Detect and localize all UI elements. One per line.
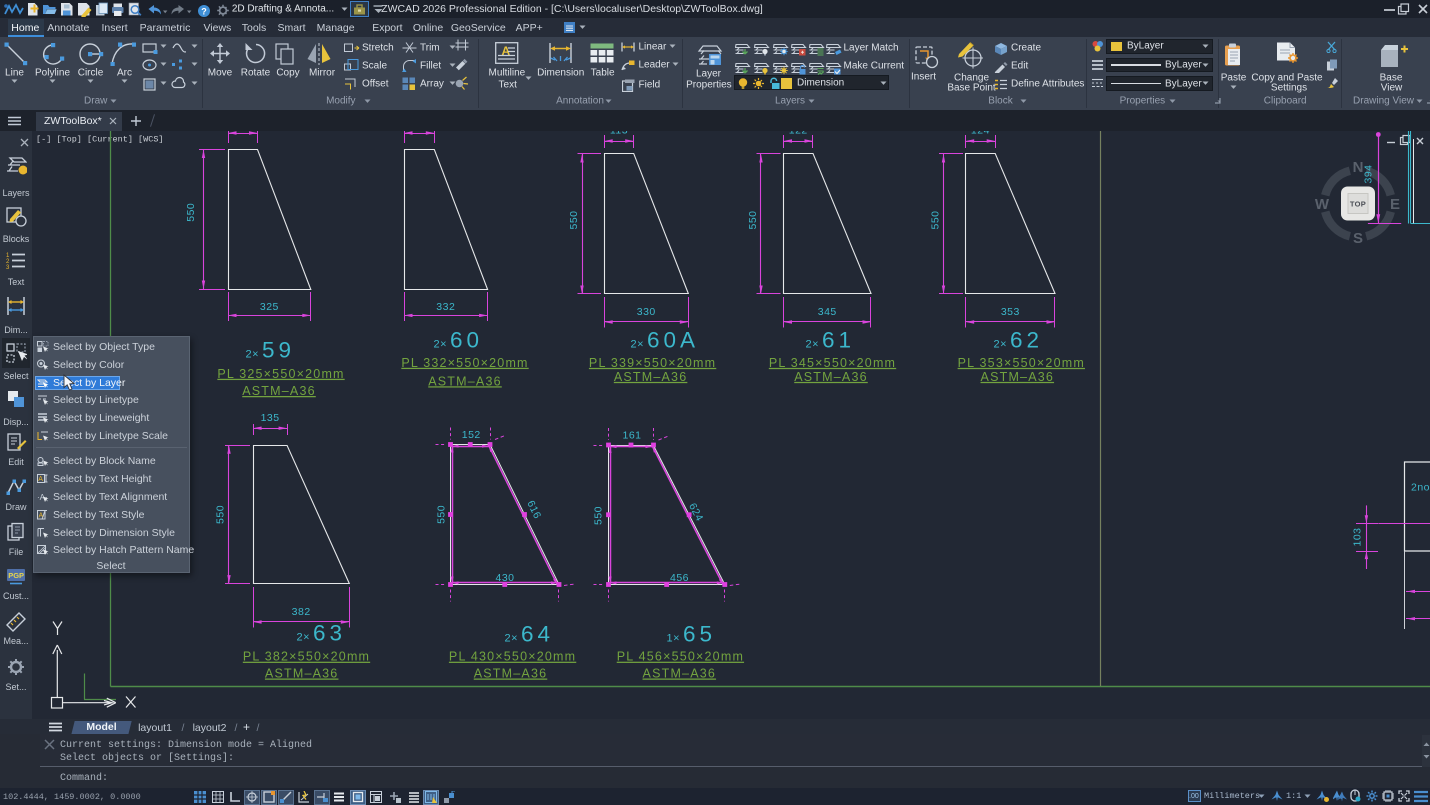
svg-text:ASTM–A36: ASTM–A36	[265, 667, 339, 681]
svg-text:550: 550	[214, 505, 226, 524]
svg-text:550: 550	[185, 203, 197, 222]
svg-text:A: A	[38, 476, 43, 483]
svg-text:353: 353	[1001, 306, 1020, 318]
svg-text:PL 325×550×20mm: PL 325×550×20mm	[217, 367, 344, 381]
svg-text:2×: 2×	[993, 339, 1007, 351]
svg-text:330: 330	[637, 306, 656, 318]
svg-text:63: 63	[313, 621, 346, 646]
svg-text:64: 64	[521, 621, 554, 646]
svg-text:ASTM–A36: ASTM–A36	[981, 370, 1055, 384]
svg-text:PL 456×550×20mm: PL 456×550×20mm	[617, 650, 744, 664]
svg-text:135: 135	[261, 412, 280, 424]
svg-text:60: 60	[450, 328, 483, 353]
svg-text:[-] [Top] [Current] [WCS]: [-] [Top] [Current] [WCS]	[36, 135, 164, 145]
svg-text:2×: 2×	[245, 349, 259, 361]
svg-text:PL 382×550×20mm: PL 382×550×20mm	[243, 650, 370, 664]
svg-text:ASTM–A36: ASTM–A36	[614, 370, 688, 384]
svg-text:113: 113	[610, 131, 628, 136]
svg-text:550: 550	[747, 210, 759, 229]
svg-text:ASTM–A36: ASTM–A36	[428, 374, 502, 388]
svg-text:325: 325	[260, 301, 279, 313]
svg-text:550: 550	[929, 210, 941, 229]
svg-text:PL 332×550×20mm: PL 332×550×20mm	[401, 356, 528, 370]
svg-text:550: 550	[568, 210, 580, 229]
svg-text:345: 345	[818, 306, 837, 318]
svg-text:62: 62	[1010, 328, 1043, 353]
svg-text:2no: 2no	[1411, 482, 1430, 494]
svg-text:PL 353×550×20mm: PL 353×550×20mm	[958, 356, 1085, 370]
svg-text:2×: 2×	[805, 339, 819, 351]
svg-text:3: 3	[6, 265, 10, 271]
svg-text:124: 124	[971, 131, 990, 136]
svg-text:122: 122	[789, 131, 808, 136]
svg-text:W: W	[1315, 196, 1330, 213]
svg-text:TOP: TOP	[1350, 200, 1366, 209]
svg-text:S: S	[1353, 230, 1363, 247]
svg-text:382: 382	[292, 606, 311, 618]
svg-text:2×: 2×	[504, 632, 518, 644]
svg-text:PL 339×550×20mm: PL 339×550×20mm	[589, 356, 716, 370]
svg-text:1×: 1×	[666, 632, 680, 644]
svg-text:161: 161	[622, 429, 641, 441]
svg-text:?: ?	[201, 7, 207, 17]
svg-text:61: 61	[822, 328, 855, 353]
svg-text:PL 345×550×20mm: PL 345×550×20mm	[769, 356, 896, 370]
svg-text:ASTM–A36: ASTM–A36	[474, 667, 548, 681]
svg-text:60A: 60A	[647, 328, 699, 353]
svg-text:394: 394	[1362, 164, 1374, 183]
svg-text:·A·: ·A·	[37, 493, 48, 502]
svg-text:332: 332	[436, 301, 455, 313]
svg-text:152: 152	[462, 429, 481, 441]
svg-text:2×: 2×	[296, 632, 310, 644]
svg-text:ASTM–A36: ASTM–A36	[242, 384, 316, 398]
svg-text:2×: 2×	[433, 339, 447, 351]
svg-text:550: 550	[592, 506, 604, 525]
svg-text:59: 59	[262, 338, 295, 363]
svg-text:65: 65	[683, 621, 716, 646]
svg-text:PL 430×550×20mm: PL 430×550×20mm	[449, 650, 576, 664]
svg-text:ASTM–A36: ASTM–A36	[794, 370, 868, 384]
svg-text:2×: 2×	[630, 339, 644, 351]
svg-text:456: 456	[670, 572, 689, 584]
svg-text:550: 550	[435, 505, 447, 524]
svg-text:103: 103	[1351, 527, 1363, 546]
svg-text:616: 616	[524, 499, 543, 521]
svg-text:PGP: PGP	[8, 571, 24, 580]
svg-text:ASTM–A36: ASTM–A36	[643, 667, 717, 681]
svg-text:430: 430	[495, 572, 514, 584]
svg-text:E: E	[1390, 196, 1400, 213]
